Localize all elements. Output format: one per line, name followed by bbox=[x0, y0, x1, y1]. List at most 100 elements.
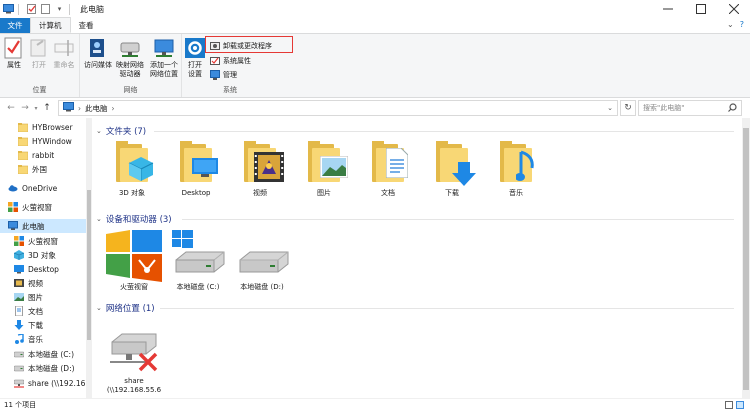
nav-item[interactable]: HYBrowser bbox=[0, 120, 86, 134]
system-properties-button[interactable]: 系统属性 bbox=[210, 54, 251, 67]
folders-item[interactable]: Desktop bbox=[166, 140, 226, 198]
folder-icon bbox=[17, 136, 29, 147]
view-toggle bbox=[725, 401, 744, 409]
nav-item-label: 文档 bbox=[28, 306, 43, 316]
nav-item[interactable]: Desktop bbox=[0, 262, 86, 276]
back-arrow-icon[interactable]: ← bbox=[4, 101, 18, 115]
download-icon bbox=[430, 140, 476, 186]
forward-arrow-icon[interactable]: → bbox=[18, 101, 32, 115]
app-icon bbox=[106, 230, 162, 282]
recent-locations-icon[interactable]: ▾ bbox=[32, 101, 40, 115]
refresh-icon[interactable]: ↻ bbox=[620, 100, 636, 116]
music-icon bbox=[494, 140, 538, 186]
properties-button[interactable]: 属性 bbox=[3, 37, 25, 70]
network-drive-icon bbox=[13, 378, 25, 388]
tab-file[interactable]: 文件 bbox=[0, 18, 30, 33]
section-header-network[interactable]: ⌄ 网络位置 (1) bbox=[96, 301, 155, 315]
nav-item[interactable]: 本地磁盘 (C:) bbox=[0, 347, 86, 361]
nav-item[interactable]: 本地磁盘 (D:) bbox=[0, 361, 86, 375]
devices-item[interactable]: 本地磁盘 (C:) bbox=[168, 230, 228, 292]
folders-item[interactable]: 视频 bbox=[230, 140, 290, 198]
customize-quick-access-icon[interactable]: ▾ bbox=[54, 4, 65, 15]
computer-icon bbox=[8, 221, 18, 231]
breadcrumb-separator[interactable]: › bbox=[78, 104, 81, 113]
open-settings-button[interactable]: 打开 设置 bbox=[184, 37, 206, 79]
nav-item-label: share (\\192.16 bbox=[28, 378, 86, 388]
address-bar[interactable]: › 此电脑 › ⌄ bbox=[58, 100, 618, 116]
nav-item[interactable]: rabbit bbox=[0, 148, 86, 162]
nav-item[interactable]: 下载 bbox=[0, 318, 86, 332]
properties-quick-icon[interactable] bbox=[26, 4, 37, 15]
highlight-box bbox=[205, 36, 293, 53]
item-label: 下载 bbox=[445, 189, 459, 197]
tab-view[interactable]: 查看 bbox=[71, 18, 102, 33]
pictures-icon bbox=[302, 140, 348, 186]
item-label: 视频 bbox=[253, 189, 267, 197]
nav-item[interactable]: 火萤视窗 bbox=[0, 200, 86, 214]
nav-item-label: 火萤视窗 bbox=[22, 202, 52, 212]
check-properties-icon bbox=[3, 37, 25, 59]
divider bbox=[18, 3, 19, 15]
devices-item[interactable]: 本地磁盘 (D:) bbox=[232, 230, 292, 292]
network-item[interactable]: share (\\192.168.55.6 bbox=[104, 324, 164, 395]
nav-item-label: OneDrive bbox=[22, 183, 58, 193]
nav-item[interactable]: 图片 bbox=[0, 290, 86, 304]
nav-item[interactable]: 音乐 bbox=[0, 332, 86, 346]
nav-item[interactable]: 3D 对象 bbox=[0, 248, 86, 262]
address-dropdown-icon[interactable]: ⌄ bbox=[607, 104, 613, 112]
tab-computer[interactable]: 计算机 bbox=[30, 17, 71, 33]
nav-item-label: 下载 bbox=[28, 320, 43, 330]
add-network-location-button[interactable]: 添加一个 网络位置 bbox=[147, 37, 181, 79]
manage-button[interactable]: 管理 bbox=[210, 68, 237, 81]
folders-item[interactable]: 音乐 bbox=[486, 140, 546, 198]
onedrive-icon bbox=[8, 183, 18, 193]
nav-item[interactable]: share (\\192.16 bbox=[0, 376, 86, 390]
new-folder-quick-icon[interactable] bbox=[40, 4, 51, 15]
nav-scrollbar-thumb[interactable] bbox=[87, 190, 91, 340]
system-properties-icon bbox=[210, 56, 220, 66]
section-header-folders[interactable]: ⌄ 文件夹 (7) bbox=[96, 124, 146, 138]
nav-item[interactable]: 外国 bbox=[0, 162, 86, 176]
manage-icon bbox=[210, 69, 220, 80]
nav-item[interactable]: OneDrive bbox=[0, 181, 86, 195]
nav-item-label: 本地磁盘 (C:) bbox=[28, 349, 74, 359]
rename-button[interactable]: 重命名 bbox=[52, 37, 76, 70]
content-scrollbar-thumb[interactable] bbox=[743, 128, 749, 390]
folders-item[interactable]: 图片 bbox=[294, 140, 354, 198]
group-label-system: 系统 bbox=[223, 86, 237, 94]
app-icon bbox=[8, 202, 18, 212]
nav-item[interactable]: 火萤视窗 bbox=[0, 234, 86, 248]
divider bbox=[160, 308, 734, 309]
item-label: 文档 bbox=[381, 189, 395, 197]
nav-item[interactable]: 视频 bbox=[0, 276, 86, 290]
access-media-button[interactable]: 访问媒体 bbox=[83, 37, 113, 70]
nav-item[interactable]: HYWindow bbox=[0, 134, 86, 148]
search-placeholder: 搜索"此电脑" bbox=[643, 104, 685, 112]
nav-item-label: HYWindow bbox=[32, 136, 72, 146]
window-controls bbox=[651, 0, 750, 18]
section-header-devices[interactable]: ⌄ 设备和驱动器 (3) bbox=[96, 212, 172, 226]
open-button[interactable]: 打开 bbox=[28, 37, 50, 70]
help-icon[interactable]: ? bbox=[740, 20, 744, 29]
devices-item[interactable]: 火萤视窗 bbox=[104, 230, 164, 292]
minimize-button[interactable] bbox=[651, 0, 684, 18]
chevron-down-icon: ⌄ bbox=[96, 304, 102, 312]
location-group: 属性 打开 重命名 位置 bbox=[0, 34, 80, 97]
search-input[interactable]: 搜索"此电脑" bbox=[638, 100, 742, 116]
breadcrumb-separator[interactable]: › bbox=[112, 104, 115, 113]
content-area: ⌄ 文件夹 (7) 3D 对象 Desktop 视频 图片 文档 下载 音乐 ⌄ 设备和驱动… bbox=[92, 118, 742, 398]
large-icons-view-icon[interactable] bbox=[736, 401, 744, 409]
up-arrow-icon[interactable]: ↑ bbox=[40, 101, 54, 115]
nav-item[interactable]: 文档 bbox=[0, 304, 86, 318]
folders-item[interactable]: 文档 bbox=[358, 140, 418, 198]
folders-item[interactable]: 3D 对象 bbox=[102, 140, 162, 198]
maximize-button[interactable] bbox=[684, 0, 717, 18]
ribbon-collapse-icon[interactable]: ⌄ bbox=[727, 20, 734, 29]
documents-icon bbox=[366, 140, 410, 186]
details-view-icon[interactable] bbox=[725, 401, 733, 409]
breadcrumb-item[interactable]: 此电脑 bbox=[85, 103, 108, 114]
folders-item[interactable]: 下载 bbox=[422, 140, 482, 198]
map-network-drive-button[interactable]: 映射网络 驱动器 bbox=[113, 37, 147, 79]
nav-item[interactable]: 此电脑 bbox=[0, 219, 86, 233]
close-button[interactable] bbox=[717, 0, 750, 18]
